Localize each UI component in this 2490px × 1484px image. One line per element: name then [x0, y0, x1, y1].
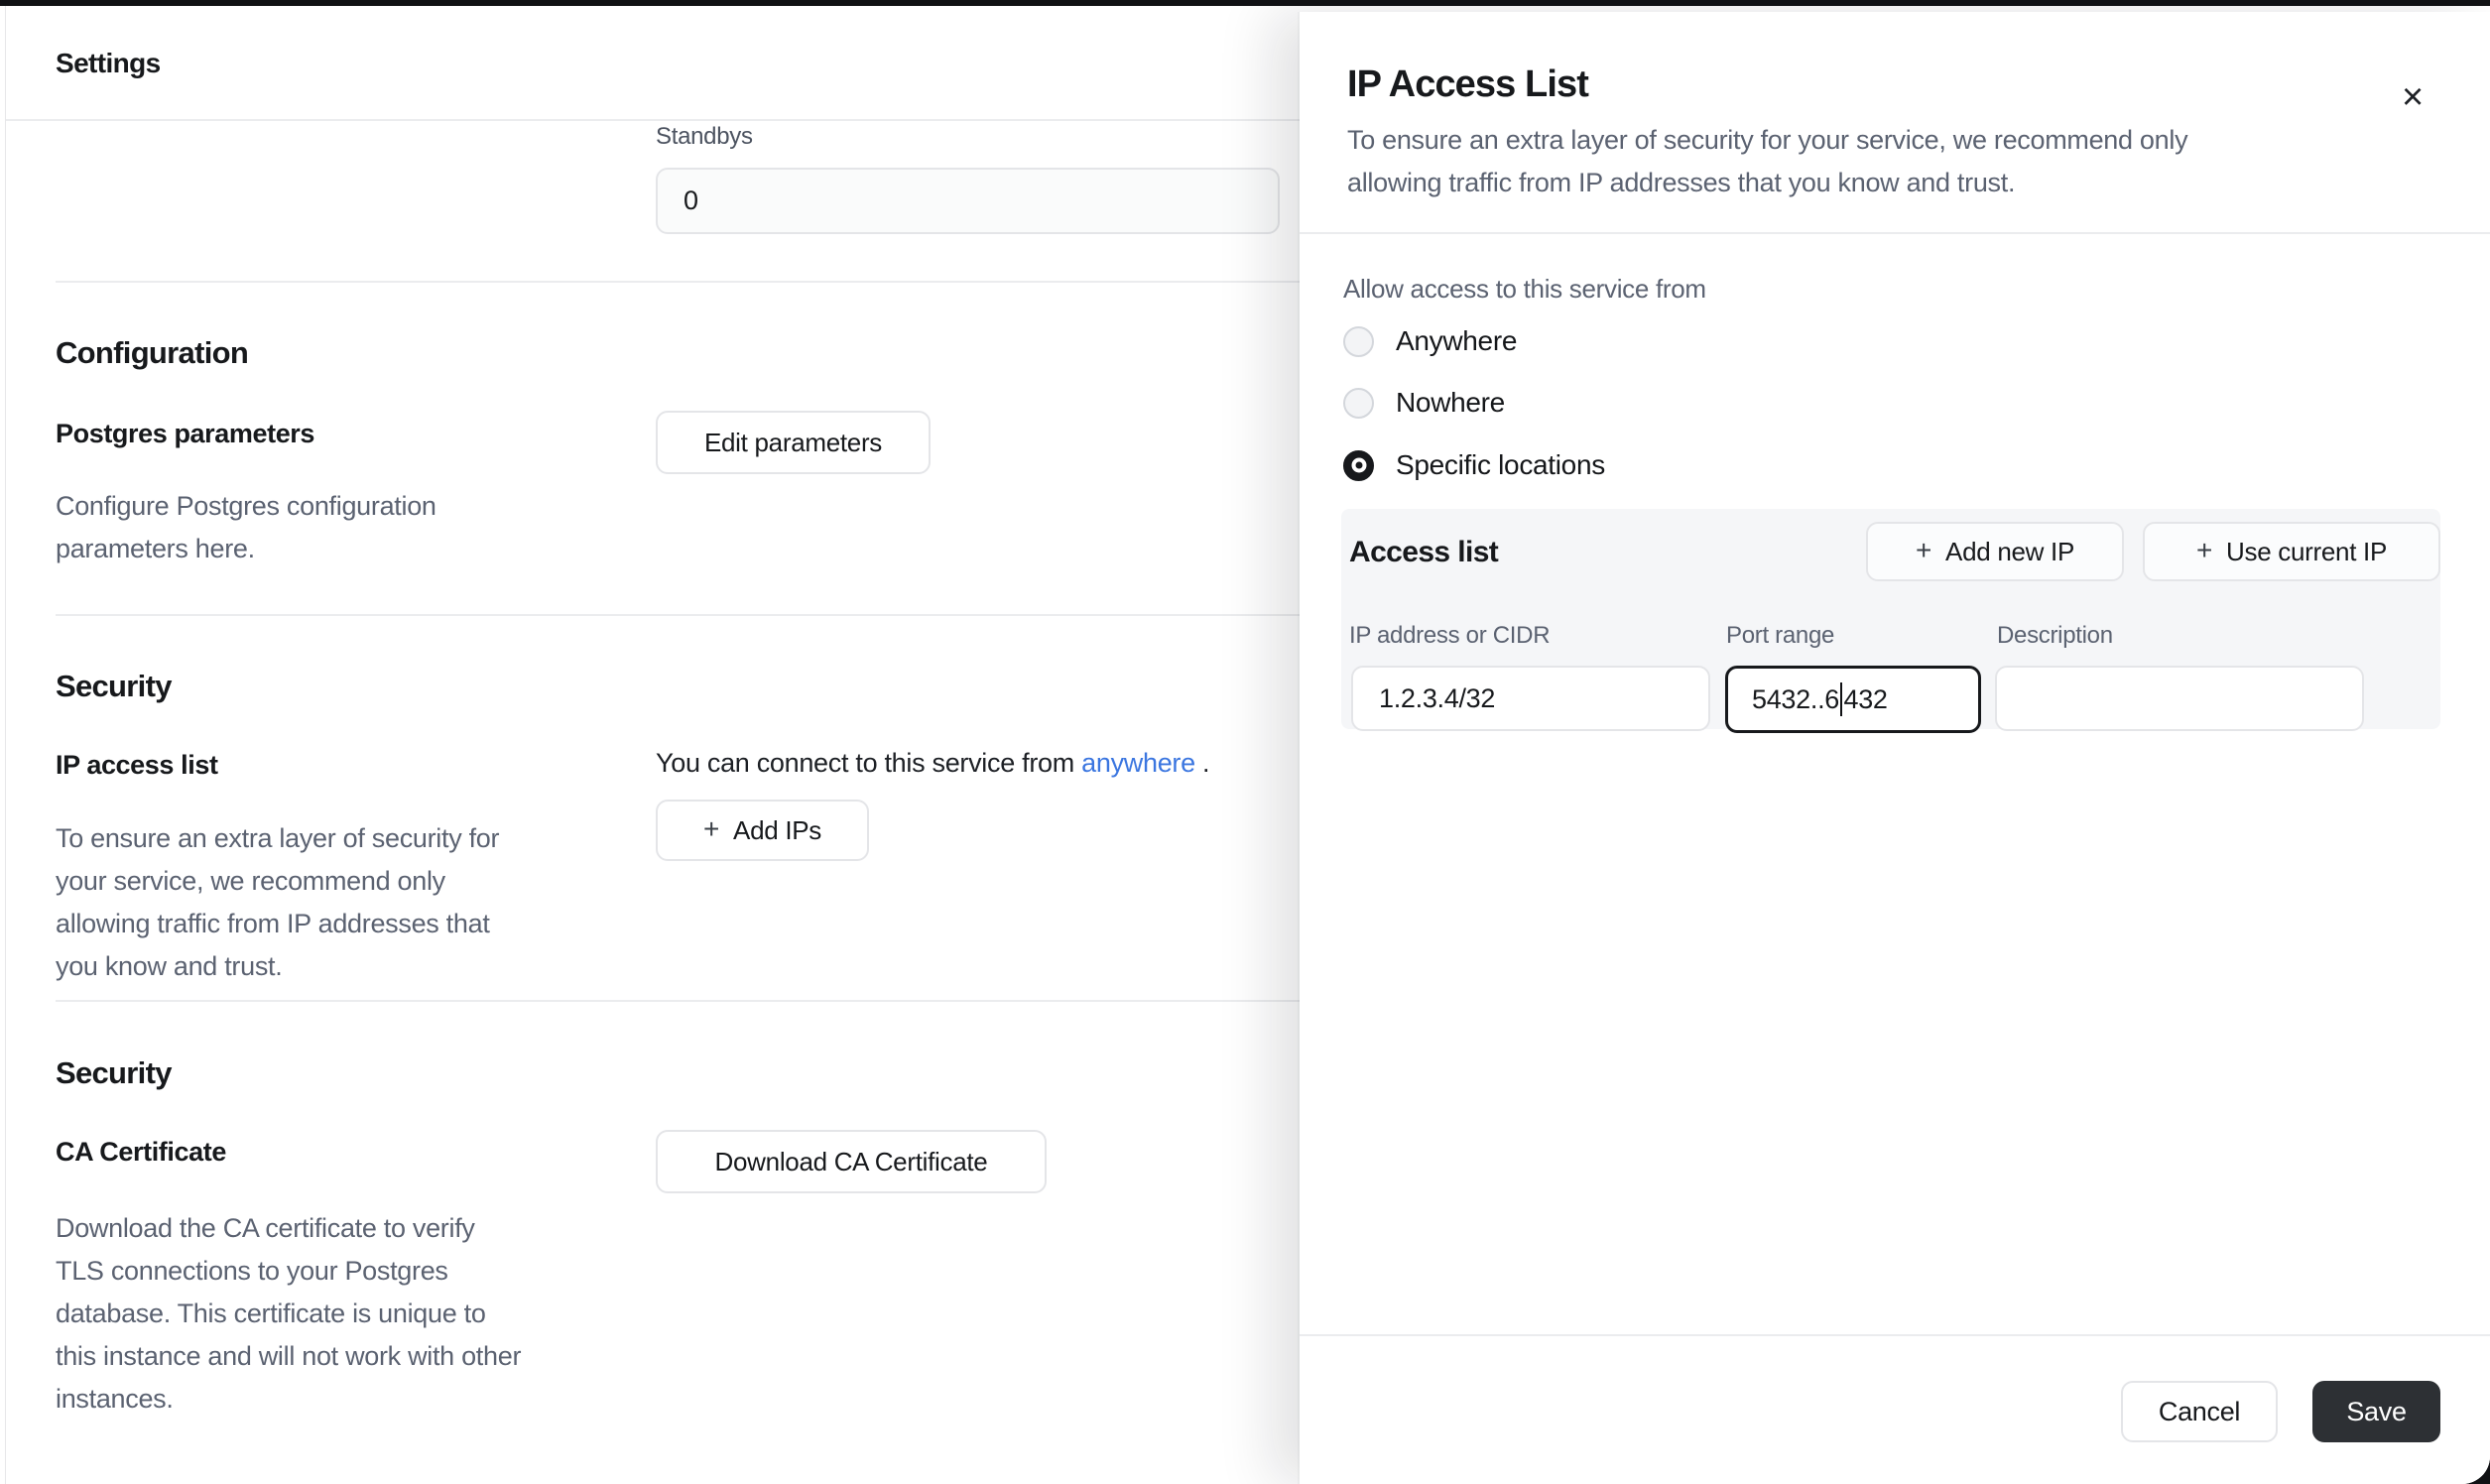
download-ca-certificate-button[interactable]: Download CA Certificate: [656, 1130, 1047, 1193]
radio-specific-locations[interactable]: Specific locations: [1343, 445, 1605, 485]
ip-access-description: To ensure an extra layer of security for…: [56, 817, 499, 988]
connect-text-before: You can connect to this service from: [656, 748, 1081, 778]
save-button[interactable]: Save: [2312, 1381, 2440, 1442]
standbys-input[interactable]: 0: [656, 168, 1280, 234]
ip-address-input[interactable]: 1.2.3.4/32: [1351, 666, 1710, 731]
radio-circle-icon: [1343, 388, 1374, 419]
configuration-heading: Configuration: [56, 335, 248, 371]
close-icon[interactable]: ×: [2385, 69, 2440, 125]
download-ca-label: Download CA Certificate: [715, 1147, 988, 1177]
use-current-ip-label: Use current IP: [2226, 537, 2387, 567]
allow-access-label: Allow access to this service from: [1343, 274, 1706, 305]
radio-selected-icon: [1343, 450, 1374, 481]
radio-specific-locations-label: Specific locations: [1396, 449, 1605, 481]
column-description: Description: [1997, 622, 2113, 650]
drawer-subtitle: To ensure an extra layer of security for…: [1347, 119, 2187, 204]
description-input[interactable]: [1995, 666, 2364, 731]
standbys-label: Standbys: [656, 123, 753, 151]
text-cursor: [1840, 682, 1843, 716]
ip-access-list-label: IP access list: [56, 750, 218, 781]
ca-certificate-label: CA Certificate: [56, 1137, 226, 1168]
edit-parameters-label: Edit parameters: [704, 428, 882, 458]
configuration-description: Configure Postgres configuration paramet…: [56, 485, 436, 570]
add-new-ip-button[interactable]: + Add new IP: [1866, 522, 2124, 581]
plus-icon: +: [1916, 537, 1931, 564]
port-value-after-cursor: 432: [1843, 684, 1887, 715]
security-heading: Security: [56, 669, 172, 704]
add-ips-label: Add IPs: [733, 815, 821, 846]
cancel-label: Cancel: [2159, 1397, 2240, 1427]
divider: [1300, 232, 2490, 234]
add-ips-button[interactable]: + Add IPs: [656, 800, 869, 861]
column-port-range: Port range: [1726, 622, 1834, 650]
ip-address-value: 1.2.3.4/32: [1379, 683, 1495, 714]
ip-access-list-drawer: IP Access List × To ensure an extra laye…: [1300, 12, 2490, 1484]
column-ip-address: IP address or CIDR: [1349, 622, 1550, 650]
access-list-heading: Access list: [1349, 536, 1498, 569]
ca-certificate-description: Download the CA certificate to verify TL…: [56, 1207, 521, 1421]
plus-icon: +: [703, 815, 719, 843]
anywhere-link[interactable]: anywhere: [1081, 748, 1195, 778]
port-range-input[interactable]: 5432..6432: [1725, 666, 1981, 733]
drawer-title: IP Access List: [1347, 63, 1588, 106]
connect-sentence: You can connect to this service from any…: [656, 748, 1209, 779]
standbys-value: 0: [684, 186, 698, 216]
radio-anywhere[interactable]: Anywhere: [1343, 321, 1517, 361]
cancel-button[interactable]: Cancel: [2121, 1381, 2278, 1442]
app-window: Settings Standbys 0 Configuration Postgr…: [0, 6, 2490, 1484]
radio-circle-icon: [1343, 326, 1374, 357]
radio-nowhere-label: Nowhere: [1396, 387, 1505, 419]
add-new-ip-label: Add new IP: [1945, 537, 2074, 567]
plus-icon: +: [2196, 537, 2212, 564]
radio-nowhere[interactable]: Nowhere: [1343, 383, 1505, 423]
radio-anywhere-label: Anywhere: [1396, 325, 1517, 357]
page-title: Settings: [56, 48, 161, 79]
connect-text-after: .: [1195, 748, 1209, 778]
security-ca-heading: Security: [56, 1055, 172, 1091]
port-value-before-cursor: 5432..6: [1752, 684, 1839, 715]
divider: [1300, 1334, 2490, 1336]
postgres-parameters-label: Postgres parameters: [56, 419, 314, 449]
save-label: Save: [2346, 1397, 2406, 1427]
window-left-border: [5, 6, 6, 1484]
use-current-ip-button[interactable]: + Use current IP: [2143, 522, 2440, 581]
edit-parameters-button[interactable]: Edit parameters: [656, 411, 931, 474]
